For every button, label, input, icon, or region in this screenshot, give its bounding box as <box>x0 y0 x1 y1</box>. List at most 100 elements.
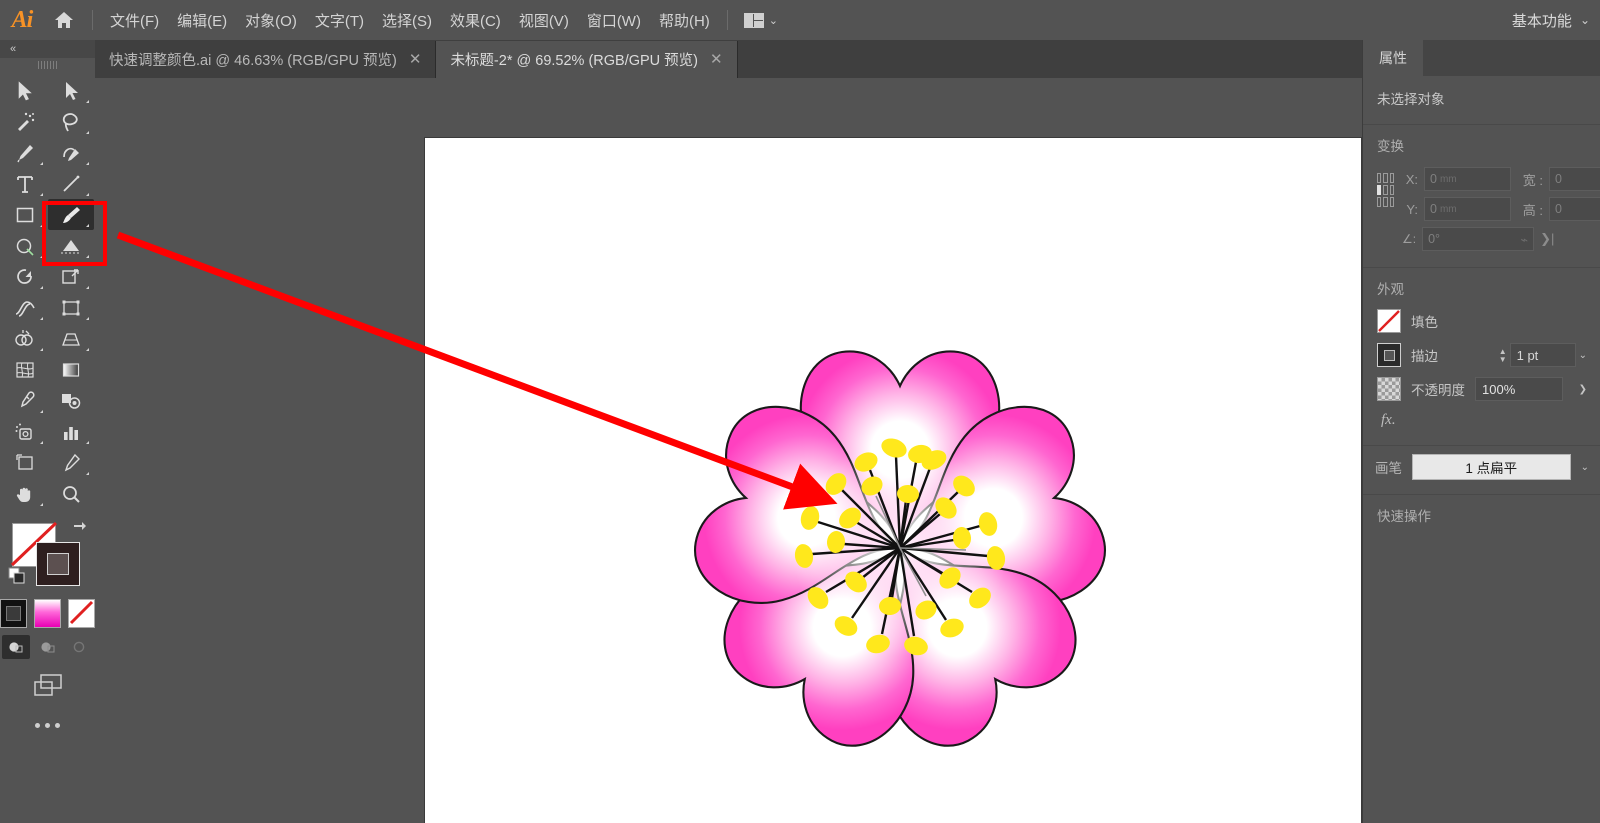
stroke-color-swatch[interactable] <box>1377 343 1401 367</box>
fill-label: 填色 <box>1411 315 1438 330</box>
slice-tool[interactable] <box>48 447 94 478</box>
transform-more-options-icon[interactable]: ❯| <box>1540 231 1554 247</box>
selection-tool[interactable] <box>2 75 48 106</box>
angle-value: 0° <box>1428 232 1441 246</box>
menu-object[interactable]: 对象(O) <box>236 4 306 37</box>
lasso-tool[interactable] <box>48 106 94 137</box>
magic-wand-tool[interactable] <box>2 106 48 137</box>
document-tab-2[interactable]: 未标题-2* @ 69.52% (RGB/GPU 预览) ✕ <box>436 41 738 78</box>
draw-behind-button[interactable] <box>34 635 62 659</box>
ellipse-tool[interactable] <box>2 230 48 261</box>
tools-panel-collapse-button[interactable]: « <box>0 40 95 58</box>
stroke-weight-field[interactable]: 1 pt <box>1509 343 1576 367</box>
gradient-swatch-button[interactable] <box>34 599 61 628</box>
swap-fill-stroke-icon[interactable] <box>71 519 87 540</box>
shear-icon[interactable]: ⌁ <box>1521 232 1529 247</box>
stroke-chevron-down-icon[interactable]: ⌄ <box>1579 350 1587 361</box>
opacity-field[interactable]: 100% <box>1475 377 1563 401</box>
menu-file[interactable]: 文件(F) <box>101 4 168 37</box>
ref-point-mc[interactable] <box>1383 185 1388 195</box>
scale-tool[interactable] <box>48 261 94 292</box>
blend-tool[interactable] <box>48 385 94 416</box>
perspective-grid-tool[interactable] <box>48 323 94 354</box>
ref-point-tc[interactable] <box>1383 173 1388 183</box>
app-logo: Ai <box>11 6 34 33</box>
brush-value: 1 点扁平 <box>1465 461 1518 476</box>
ref-point-bc[interactable] <box>1383 197 1388 207</box>
curvature-tool[interactable] <box>48 137 94 168</box>
menu-select[interactable]: 选择(S) <box>373 4 441 37</box>
close-icon[interactable]: ✕ <box>710 52 723 67</box>
mesh-tool[interactable] <box>2 354 48 385</box>
ref-point-bl[interactable] <box>1377 197 1382 207</box>
opacity-swatch[interactable] <box>1377 377 1401 401</box>
canvas-area[interactable] <box>95 78 1362 823</box>
none-slash-icon <box>69 600 94 625</box>
brush-row: 画笔 1 点扁平 ⌄ <box>1363 446 1600 488</box>
stroke-stepper[interactable]: ▲ ▼ <box>1499 347 1507 363</box>
paintbrush-tool[interactable] <box>47 199 94 230</box>
close-icon[interactable]: ✕ <box>409 52 422 67</box>
free-transform-tool[interactable] <box>48 292 94 323</box>
transform-row-angle: ∠: 0° ⌁ ❯| <box>1402 227 1600 251</box>
fill-color-swatch[interactable] <box>1377 309 1401 333</box>
shape-builder-tool[interactable] <box>2 323 48 354</box>
shaper-tool[interactable] <box>48 230 94 261</box>
column-graph-tool[interactable] <box>48 416 94 447</box>
reference-point-selector[interactable] <box>1377 173 1394 207</box>
ref-point-tr[interactable] <box>1389 173 1394 183</box>
edit-toolbar-button[interactable] <box>0 723 95 728</box>
height-field[interactable]: 0 <box>1549 197 1600 221</box>
eyedropper-tool[interactable] <box>2 385 48 416</box>
none-swatch-button[interactable] <box>68 599 95 628</box>
pen-tool[interactable] <box>2 137 48 168</box>
artboard[interactable] <box>425 138 1361 823</box>
ref-point-tl[interactable] <box>1377 173 1382 183</box>
double-chevron-left-icon: « <box>10 43 16 55</box>
hand-tool[interactable] <box>2 478 48 509</box>
type-tool[interactable] <box>2 168 48 199</box>
menu-help[interactable]: 帮助(H) <box>650 4 719 37</box>
y-unit: mm <box>1439 203 1457 215</box>
direct-selection-tool[interactable] <box>48 75 94 106</box>
document-tab-1[interactable]: 快速调整颜色.ai @ 46.63% (RGB/GPU 预览) ✕ <box>95 41 437 78</box>
line-segment-tool[interactable] <box>48 168 94 199</box>
width-tool[interactable] <box>2 292 48 323</box>
x-field[interactable]: 0 mm <box>1424 167 1511 191</box>
menu-window[interactable]: 窗口(W) <box>578 4 650 37</box>
y-field[interactable]: 0 mm <box>1424 197 1511 221</box>
tab-properties[interactable]: 属性 <box>1363 40 1423 76</box>
menu-type[interactable]: 文字(T) <box>306 4 373 37</box>
tools-panel-grip[interactable] <box>0 58 95 72</box>
menu-edit[interactable]: 编辑(E) <box>168 4 236 37</box>
color-swatch-button[interactable] <box>0 599 27 628</box>
zoom-tool[interactable] <box>48 478 94 509</box>
home-icon[interactable] <box>44 0 84 40</box>
opacity-expand-icon[interactable]: ❯ <box>1579 384 1587 395</box>
menu-view[interactable]: 视图(V) <box>510 4 578 37</box>
arrange-documents-button[interactable]: ⌄ <box>736 9 786 32</box>
workspace-switcher[interactable]: 基本功能 ⌄ <box>1512 0 1590 40</box>
rectangle-tool[interactable] <box>2 199 48 230</box>
ref-point-ml[interactable] <box>1377 185 1382 195</box>
brush-chevron-down-icon[interactable]: ⌄ <box>1581 462 1589 473</box>
rotate-tool[interactable] <box>2 261 48 292</box>
artboard-tool[interactable] <box>2 447 48 478</box>
angle-field[interactable]: 0° ⌁ <box>1422 227 1535 251</box>
default-fill-stroke-icon[interactable] <box>8 567 26 590</box>
width-field[interactable]: 0 <box>1549 167 1600 191</box>
draw-normal-button[interactable] <box>1 635 30 659</box>
height-label: 高 : <box>1522 202 1543 218</box>
symbol-sprayer-tool[interactable] <box>2 416 48 447</box>
menu-effect[interactable]: 效果(C) <box>441 4 510 37</box>
stroke-swatch[interactable] <box>36 542 80 586</box>
effects-button[interactable]: fx. <box>1363 406 1600 439</box>
y-value: 0 <box>1430 202 1437 216</box>
cherry-blossom-flower-artwork[interactable] <box>600 238 1200 823</box>
draw-inside-button[interactable] <box>66 635 94 659</box>
brush-select[interactable]: 1 点扁平 <box>1412 454 1571 480</box>
ref-point-br[interactable] <box>1389 197 1394 207</box>
ref-point-mr[interactable] <box>1389 185 1394 195</box>
screen-mode-button[interactable] <box>0 673 95 699</box>
gradient-tool[interactable] <box>48 354 94 385</box>
